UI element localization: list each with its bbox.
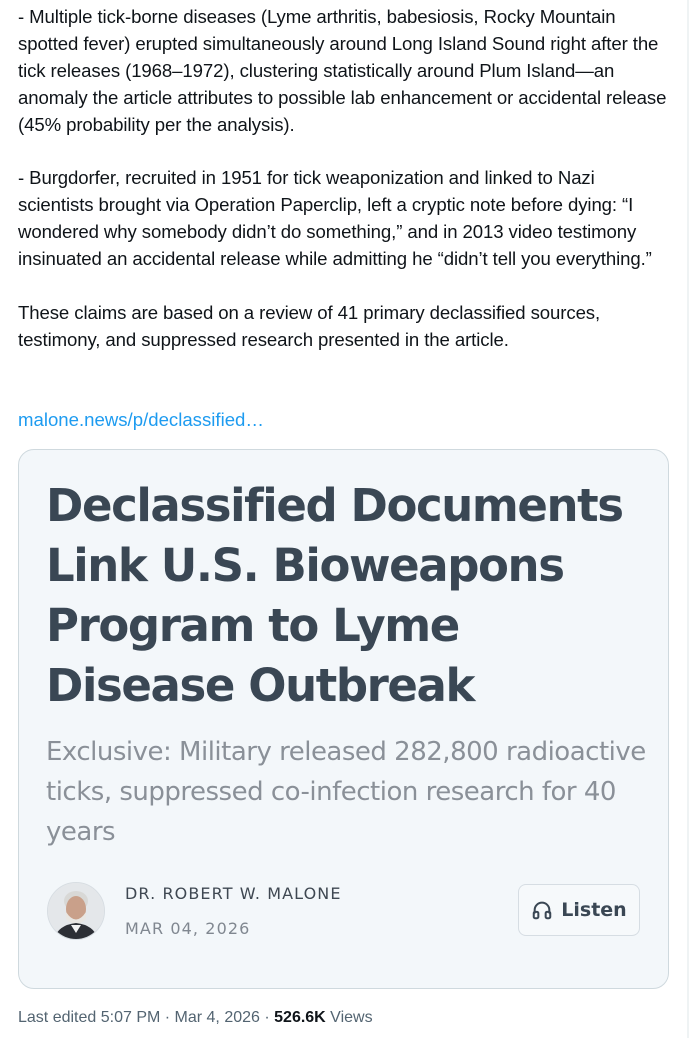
views-count: 526.6K xyxy=(274,1009,326,1026)
views-label: Views xyxy=(325,1009,373,1026)
tweet-paragraph: - Multiple tick-borne diseases (Lyme art… xyxy=(18,6,667,135)
card-subtitle: Exclusive: Military released 282,800 rad… xyxy=(46,737,646,847)
card-title: Declassified Documents Link U.S. Bioweap… xyxy=(46,479,624,712)
tweet-paragraph: These claims are based on a review of 41… xyxy=(18,301,601,350)
link-preview-card[interactable]: Declassified Documents Link U.S. Bioweap… xyxy=(18,449,669,989)
article-link[interactable]: malone.news/p/declassified… xyxy=(18,407,264,433)
edited-timestamp[interactable]: Last edited 5:07 PM · Mar 4, 2026 · xyxy=(18,1009,274,1026)
author-avatar xyxy=(47,882,105,940)
headphones-icon xyxy=(531,899,553,921)
listen-button[interactable]: Listen xyxy=(518,884,640,936)
tweet-paragraph: - Burgdorfer, recruited in 1951 for tick… xyxy=(18,167,652,270)
publish-date: MAR 04, 2026 xyxy=(125,919,251,938)
author-name: DR. ROBERT W. MALONE xyxy=(125,884,342,903)
tweet-meta: Last edited 5:07 PM · Mar 4, 2026 · 526.… xyxy=(18,1007,373,1029)
listen-label: Listen xyxy=(561,899,627,921)
tweet-body: - Multiple tick-borne diseases (Lyme art… xyxy=(18,4,668,381)
